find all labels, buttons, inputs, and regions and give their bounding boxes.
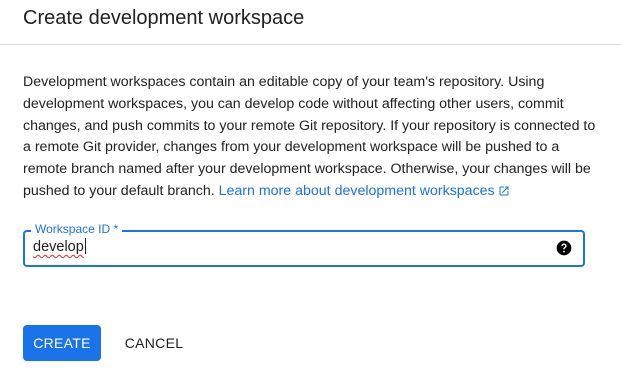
learn-more-label: Learn more about development workspaces — [218, 182, 495, 199]
cancel-button[interactable]: CANCEL — [117, 325, 191, 361]
workspace-id-label: Workspace ID * — [31, 221, 123, 237]
dialog-header: Create development workspace — [0, 0, 621, 45]
workspace-id-field[interactable]: Workspace ID * develop — [23, 221, 585, 267]
open-in-new-icon — [499, 186, 509, 196]
workspace-id-value: develop — [33, 239, 84, 255]
text-caret — [84, 238, 86, 254]
workspace-id-input[interactable]: develop — [33, 238, 543, 260]
learn-more-link[interactable]: Learn more about development workspaces — [219, 183, 510, 199]
create-button[interactable]: CREATE — [23, 325, 101, 361]
dialog-description: Development workspaces contain an editab… — [23, 72, 603, 203]
dialog-title: Create development workspace — [23, 7, 305, 29]
description-text: Development workspaces contain an editab… — [23, 74, 596, 199]
create-workspace-dialog: Create development workspace Development… — [0, 0, 621, 377]
help-circle-icon[interactable] — [556, 240, 572, 256]
